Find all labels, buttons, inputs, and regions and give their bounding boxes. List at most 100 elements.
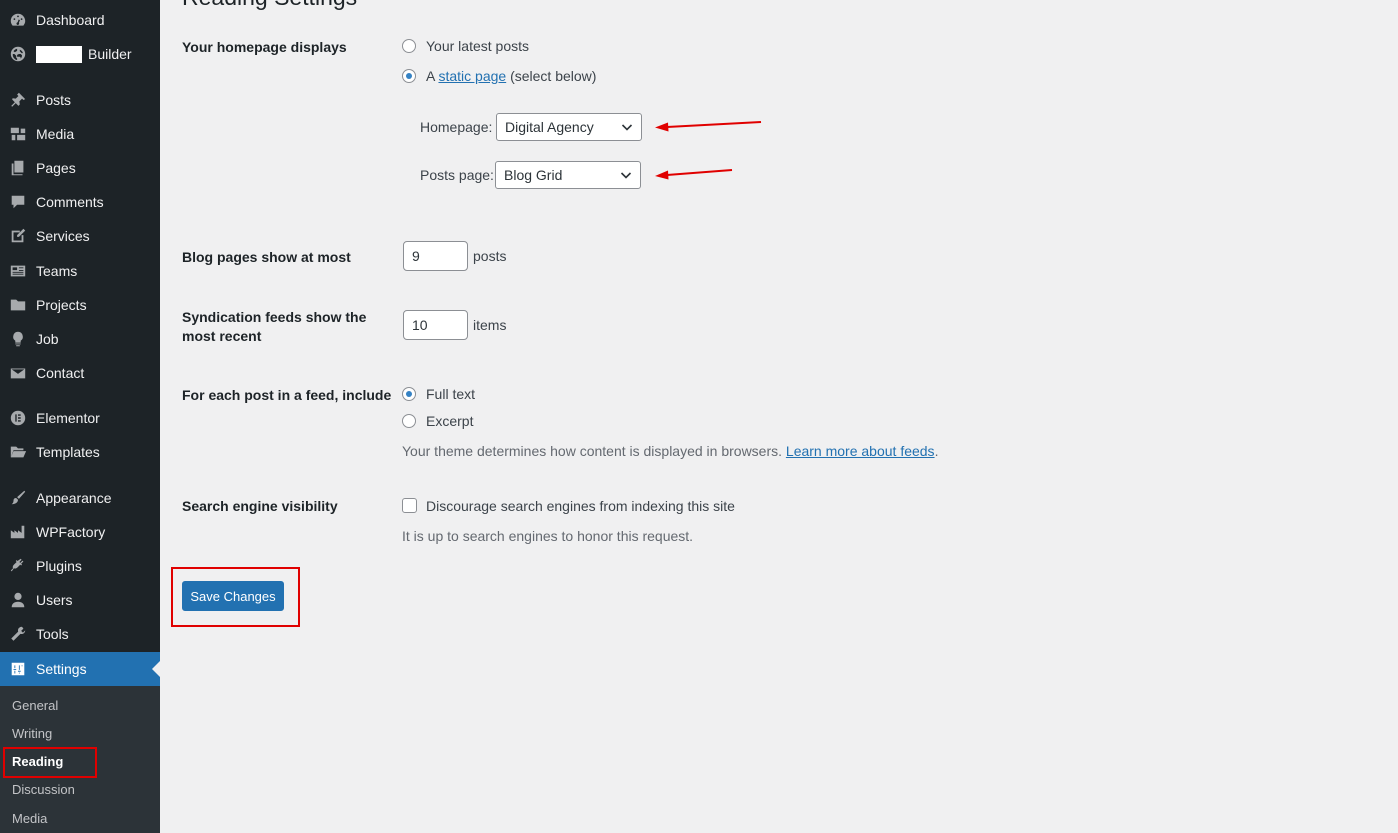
plug-icon — [8, 556, 28, 576]
discourage-search-checkbox[interactable] — [402, 498, 417, 513]
syndication-label-line2: most recent — [182, 328, 262, 344]
sidebar-item-elementor[interactable]: Elementor — [0, 401, 160, 435]
sidebar-item-comments[interactable]: Comments — [0, 185, 160, 219]
annotation-highlight-reading — [3, 747, 97, 778]
admin-sidebar: Dashboard Builder Posts Media Pages Comm… — [0, 0, 160, 833]
syndication-unit: items — [473, 317, 507, 333]
sidebar-item-label: Teams — [36, 263, 78, 279]
elementor-icon — [8, 408, 28, 428]
submenu-item-discussion[interactable]: Discussion — [12, 782, 75, 797]
posts-page-select-value: Blog Grid — [504, 167, 563, 183]
chevron-down-icon — [621, 124, 633, 131]
sidebar-item-projects[interactable]: Projects — [0, 288, 160, 322]
sidebar-item-label: Tools — [36, 626, 69, 642]
search-visibility-description: It is up to search engines to honor this… — [402, 528, 694, 544]
sidebar-item-settings[interactable]: Settings — [0, 652, 160, 686]
sidebar-item-label: Plugins — [36, 558, 82, 574]
static-page-suffix: (select below) — [506, 68, 597, 84]
sidebar-item-builder[interactable]: Builder — [0, 37, 160, 71]
folder-icon — [8, 295, 28, 315]
feed-include-label: For each post in a feed, include — [182, 387, 392, 403]
settings-icon — [8, 659, 28, 679]
sidebar-item-pages[interactable]: Pages — [0, 151, 160, 185]
sidebar-item-users[interactable]: Users — [0, 583, 160, 617]
static-page-prefix: A — [426, 68, 439, 84]
syndication-label-line1: Syndication feeds show the — [182, 309, 367, 325]
sidebar-item-job[interactable]: Job — [0, 322, 160, 356]
syndication-input[interactable]: 10 — [403, 310, 468, 340]
current-menu-arrow — [152, 661, 160, 677]
sidebar-item-label: Comments — [36, 194, 104, 210]
excerpt-radio[interactable] — [402, 414, 416, 428]
comments-icon — [8, 192, 28, 212]
blog-pages-unit: posts — [473, 248, 507, 264]
sidebar-item-label: Dashboard — [36, 12, 105, 28]
sidebar-item-label: Job — [36, 331, 59, 347]
homepage-select[interactable]: Digital Agency — [496, 113, 642, 141]
wrench-icon — [8, 624, 28, 644]
sidebar-item-dashboard[interactable]: Dashboard — [0, 3, 160, 37]
paintbrush-icon — [8, 488, 28, 508]
sidebar-item-label: Media — [36, 126, 75, 142]
sidebar-item-media[interactable]: Media — [0, 117, 160, 151]
discourage-search-label[interactable]: Discourage search engines from indexing … — [426, 498, 735, 514]
blog-pages-label: Blog pages show at most — [182, 249, 351, 265]
annotation-highlight-save — [171, 567, 300, 627]
globe-icon — [8, 44, 28, 64]
sidebar-item-label: Builder — [88, 46, 132, 62]
sidebar-item-label: WPFactory — [36, 524, 106, 540]
full-text-label[interactable]: Full text — [426, 386, 475, 402]
dashboard-icon — [8, 10, 28, 30]
submenu-item-writing[interactable]: Writing — [12, 726, 52, 741]
folder-open-icon — [8, 442, 28, 462]
latest-posts-radio[interactable] — [402, 39, 416, 53]
feed-description-text: Your theme determines how content is dis… — [402, 443, 786, 459]
homepage-select-label: Homepage: — [420, 119, 493, 135]
annotation-arrow-posts-page — [655, 169, 733, 180]
edit-icon — [8, 226, 28, 246]
sidebar-item-posts[interactable]: Posts — [0, 83, 160, 117]
pages-icon — [8, 158, 28, 178]
sidebar-item-tools[interactable]: Tools — [0, 617, 160, 651]
id-card-icon — [8, 261, 28, 281]
sidebar-item-label: Appearance — [36, 490, 112, 506]
homepage-select-value: Digital Agency — [505, 119, 594, 135]
search-visibility-label: Search engine visibility — [182, 498, 338, 514]
sidebar-item-templates[interactable]: Templates — [0, 435, 160, 469]
sidebar-item-label: Elementor — [36, 410, 100, 426]
envelope-icon — [8, 363, 28, 383]
sidebar-item-label: Settings — [36, 661, 87, 677]
static-page-label[interactable]: A static page (select below) — [426, 68, 596, 84]
feed-description-suffix: . — [934, 443, 939, 459]
posts-page-select-label: Posts page: — [420, 167, 494, 183]
sidebar-item-contact[interactable]: Contact — [0, 356, 160, 390]
latest-posts-label[interactable]: Your latest posts — [426, 38, 529, 54]
sidebar-item-services[interactable]: Services — [0, 219, 160, 253]
sidebar-item-plugins[interactable]: Plugins — [0, 549, 160, 583]
chevron-down-icon — [620, 172, 632, 179]
sidebar-item-label: Services — [36, 228, 90, 244]
learn-more-feeds-link[interactable]: Learn more about feeds — [786, 443, 935, 459]
posts-page-select[interactable]: Blog Grid — [495, 161, 641, 189]
sidebar-item-label: Users — [36, 592, 73, 608]
submenu-item-general[interactable]: General — [12, 698, 58, 713]
blog-pages-input[interactable]: 9 — [403, 241, 468, 271]
static-page-link[interactable]: static page — [438, 68, 506, 84]
sidebar-item-label: Contact — [36, 365, 85, 381]
sidebar-item-wpfactory[interactable]: WPFactory — [0, 515, 160, 549]
factory-icon — [8, 522, 28, 542]
full-text-radio[interactable] — [402, 387, 416, 401]
sidebar-item-label: Posts — [36, 92, 72, 108]
static-page-radio[interactable] — [402, 69, 416, 83]
sidebar-item-label: Templates — [36, 444, 100, 460]
sidebar-item-teams[interactable]: Teams — [0, 254, 160, 288]
excerpt-label[interactable]: Excerpt — [426, 413, 473, 429]
sidebar-item-appearance[interactable]: Appearance — [0, 481, 160, 515]
syndication-label: Syndication feeds show the most recent — [182, 308, 366, 346]
sidebar-item-label: Pages — [36, 160, 76, 176]
media-icon — [8, 124, 28, 144]
user-icon — [8, 590, 28, 610]
submenu-item-media[interactable]: Media — [12, 811, 47, 826]
redacted-block — [36, 45, 82, 63]
settings-content: Reading Settings Your homepage displays … — [160, 0, 1398, 833]
